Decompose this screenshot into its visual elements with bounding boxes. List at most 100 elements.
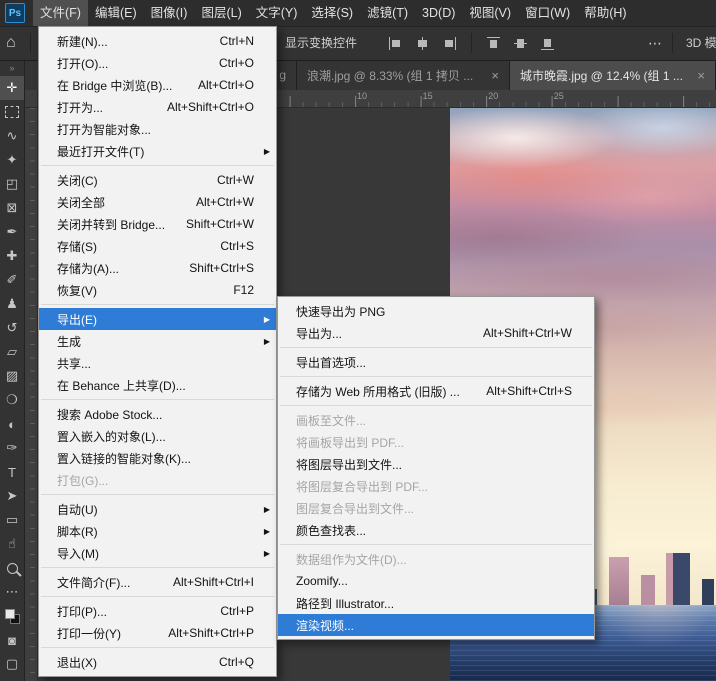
- export-menu-item: 将图层复合导出到 PDF...: [278, 475, 594, 497]
- vertical-ruler[interactable]: [25, 108, 38, 681]
- file-menu-item[interactable]: 搜索 Adobe Stock...: [39, 403, 276, 425]
- blur-tool[interactable]: ❍: [0, 388, 24, 412]
- export-menu-item[interactable]: 快速导出为 PNG: [278, 300, 594, 322]
- file-menu-item-shortcut: Shift+Ctrl+S: [189, 261, 258, 275]
- crop-tool[interactable]: ◰: [0, 172, 24, 196]
- ruler-origin-corner[interactable]: [25, 90, 38, 108]
- file-menu-item[interactable]: 在 Bridge 中浏览(B)...Alt+Ctrl+O: [39, 74, 276, 96]
- export-menu-item[interactable]: 导出为...Alt+Shift+Ctrl+W: [278, 322, 594, 344]
- file-menu-item[interactable]: 最近打开文件(T)▶: [39, 140, 276, 162]
- file-menu-item-label: 关闭(C): [57, 172, 98, 189]
- menubar-item[interactable]: 滤镜(T): [360, 0, 415, 26]
- export-menu-item[interactable]: 将图层导出到文件...: [278, 453, 594, 475]
- magic-wand-tool[interactable]: ✦: [0, 148, 24, 172]
- quick-mask-button[interactable]: ◙: [0, 628, 24, 652]
- toolbar-collapse-icon[interactable]: »: [0, 60, 24, 76]
- file-menu-item[interactable]: 打开(O)...Ctrl+O: [39, 52, 276, 74]
- file-menu-item[interactable]: 关闭(C)Ctrl+W: [39, 169, 276, 191]
- file-menu-item[interactable]: 新建(N)...Ctrl+N: [39, 30, 276, 52]
- lasso-tool[interactable]: ∿: [0, 124, 24, 148]
- document-tab[interactable]: 浪潮.jpg @ 8.33% (组 1 拷贝 ...×: [297, 60, 510, 90]
- file-menu-item[interactable]: 置入链接的智能对象(K)...: [39, 447, 276, 469]
- marquee-tool[interactable]: [0, 100, 24, 124]
- file-menu-item[interactable]: 打开为智能对象...: [39, 118, 276, 140]
- menubar-item[interactable]: 编辑(E): [88, 0, 144, 26]
- export-menu-item-label: 颜色查找表...: [296, 522, 366, 539]
- zoom-tool[interactable]: [0, 556, 24, 580]
- align-top-edges-icon[interactable]: [486, 36, 501, 51]
- align-vertical-centers-icon[interactable]: [513, 36, 528, 51]
- menubar-item[interactable]: 图像(I): [144, 0, 195, 26]
- menubar-item[interactable]: 图层(L): [194, 0, 248, 26]
- file-menu-item[interactable]: 打印一份(Y)Alt+Shift+Ctrl+P: [39, 622, 276, 644]
- file-menu-item[interactable]: 打开为...Alt+Shift+Ctrl+O: [39, 96, 276, 118]
- history-brush-tool[interactable]: ↺: [0, 316, 24, 340]
- gradient-tool[interactable]: ▨: [0, 364, 24, 388]
- frame-tool[interactable]: ⊠: [0, 196, 24, 220]
- menubar-item[interactable]: 选择(S): [304, 0, 360, 26]
- file-menu-item[interactable]: 退出(X)Ctrl+Q: [39, 651, 276, 673]
- file-menu-item[interactable]: 关闭全部Alt+Ctrl+W: [39, 191, 276, 213]
- export-menu-separator: [280, 405, 592, 406]
- more-tools-button[interactable]: ⋯: [0, 580, 24, 604]
- export-menu-item[interactable]: 导出首选项...: [278, 351, 594, 373]
- file-menu-separator: [41, 647, 274, 648]
- clone-stamp-tool[interactable]: ♟: [0, 292, 24, 316]
- file-menu-item[interactable]: 生成▶: [39, 330, 276, 352]
- home-icon[interactable]: ⌂: [6, 33, 16, 53]
- export-menu-item-label: 将图层导出到文件...: [296, 456, 402, 473]
- show-transform-controls-label[interactable]: 显示变换控件: [285, 26, 357, 60]
- export-menu-item[interactable]: 渲染视频...: [278, 614, 594, 636]
- healing-brush-tool[interactable]: ✚: [0, 244, 24, 268]
- align-horizontal-centers-icon[interactable]: [415, 36, 430, 51]
- tab-title: 城市晚霞.jpg @ 12.4% (组 1 ...: [520, 67, 689, 84]
- export-menu-item[interactable]: 路径到 Illustrator...: [278, 592, 594, 614]
- file-menu-item[interactable]: 恢复(V)F12: [39, 279, 276, 301]
- menubar-item[interactable]: 视图(V): [462, 0, 518, 26]
- document-tab[interactable]: 城市晚霞.jpg @ 12.4% (组 1 ... ×: [510, 60, 716, 90]
- file-menu-item[interactable]: 存储(S)Ctrl+S: [39, 235, 276, 257]
- export-menu-item[interactable]: Zoomify...: [278, 570, 594, 592]
- hand-tool[interactable]: ☝: [0, 532, 24, 556]
- foreground-background-swatch[interactable]: [0, 604, 24, 628]
- brush-tool[interactable]: ✐: [0, 268, 24, 292]
- 3d-mode-label[interactable]: 3D 模: [686, 26, 716, 60]
- file-menu-item[interactable]: 文件简介(F)...Alt+Shift+Ctrl+I: [39, 571, 276, 593]
- move-tool[interactable]: ✛: [0, 76, 24, 100]
- shape-tool[interactable]: ▭: [0, 508, 24, 532]
- file-menu-item[interactable]: 导出(E)▶: [39, 308, 276, 330]
- file-menu-item[interactable]: 共享...: [39, 352, 276, 374]
- path-select-tool[interactable]: ➤: [0, 484, 24, 508]
- file-menu-item-shortcut: Alt+Shift+Ctrl+I: [173, 575, 258, 589]
- tab-close-icon[interactable]: ×: [697, 68, 705, 83]
- export-menu-item[interactable]: 存储为 Web 所用格式 (旧版) ...Alt+Shift+Ctrl+S: [278, 380, 594, 402]
- eraser-tool[interactable]: ▱: [0, 340, 24, 364]
- file-menu-item[interactable]: 置入嵌入的对象(L)...: [39, 425, 276, 447]
- pen-tool[interactable]: ✑: [0, 436, 24, 460]
- dodge-tool[interactable]: ◐: [0, 412, 24, 436]
- align-right-edges-icon[interactable]: [442, 36, 457, 51]
- menubar-item[interactable]: 3D(D): [415, 0, 462, 26]
- export-menu-item[interactable]: 颜色查找表...: [278, 519, 594, 541]
- tool-icon: ✚: [7, 248, 18, 264]
- file-menu-item[interactable]: 导入(M)▶: [39, 542, 276, 564]
- menubar-item[interactable]: 帮助(H): [577, 0, 633, 26]
- file-menu-item[interactable]: 存储为(A)...Shift+Ctrl+S: [39, 257, 276, 279]
- eyedropper-tool[interactable]: ✒: [0, 220, 24, 244]
- file-menu-item[interactable]: 脚本(R)▶: [39, 520, 276, 542]
- type-tool[interactable]: T: [0, 460, 24, 484]
- screen-mode-button[interactable]: ▢: [0, 652, 24, 676]
- align-bottom-edges-icon[interactable]: [540, 36, 555, 51]
- tool-icon: ⊠: [7, 200, 18, 216]
- file-menu-item[interactable]: 在 Behance 上共享(D)...: [39, 374, 276, 396]
- menubar-item[interactable]: 窗口(W): [518, 0, 577, 26]
- file-menu-item[interactable]: 关闭并转到 Bridge...Shift+Ctrl+W: [39, 213, 276, 235]
- align-left-edges-icon[interactable]: [388, 36, 403, 51]
- more-options-icon[interactable]: ⋯: [648, 26, 662, 60]
- file-menu-item[interactable]: 自动(U)▶: [39, 498, 276, 520]
- export-menu-item-label: 将画板导出到 PDF...: [296, 434, 404, 451]
- tab-close-icon[interactable]: ×: [491, 68, 499, 83]
- file-menu-item[interactable]: 打印(P)...Ctrl+P: [39, 600, 276, 622]
- menubar-item[interactable]: 文件(F): [33, 0, 88, 26]
- menubar-item[interactable]: 文字(Y): [249, 0, 305, 26]
